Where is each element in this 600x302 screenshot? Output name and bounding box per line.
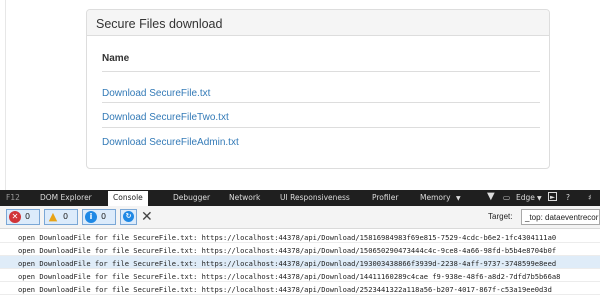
- emulation-device-icon[interactable]: ▭: [503, 193, 510, 202]
- download-securefileadmin-link[interactable]: Download SecureFileAdmin.txt: [102, 137, 239, 148]
- tab-console[interactable]: Console: [108, 191, 148, 206]
- panel-title: Secure Files download: [87, 10, 549, 36]
- f12-label: F12: [6, 193, 20, 202]
- log-row[interactable]: open DownloadFile for file SecureFile.tx…: [0, 230, 600, 243]
- secure-files-panel: Secure Files download Name Download Secu…: [86, 9, 550, 169]
- error-icon: ✕: [9, 211, 21, 223]
- tab-memory[interactable]: Memory: [420, 193, 451, 202]
- help-button[interactable]: ?: [566, 193, 570, 202]
- network-filter-button[interactable]: ↻: [120, 209, 137, 225]
- name-column-header: Name: [102, 53, 130, 64]
- log-row-selected[interactable]: open DownloadFile for file SecureFile.tx…: [0, 256, 600, 269]
- device-selector[interactable]: Edge: [516, 193, 535, 202]
- console-log: open DownloadFile for file SecureFile.tx…: [0, 230, 600, 295]
- row-divider: [102, 127, 540, 128]
- warning-icon: ▲: [48, 210, 58, 223]
- row-divider: [102, 102, 540, 103]
- target-label: Target:: [488, 212, 513, 221]
- clear-console-icon[interactable]: ✕: [141, 208, 153, 225]
- warnings-filter-button[interactable]: ▲ 0: [44, 209, 78, 225]
- tab-network[interactable]: Network: [229, 193, 260, 202]
- page-edge-divider: [5, 0, 6, 190]
- devtools-menubar: F12 DOM Explorer Console Debugger Networ…: [0, 190, 600, 206]
- more-tabs-chevron-icon[interactable]: ▼: [456, 195, 461, 202]
- errors-filter-button[interactable]: ✕ 0: [6, 209, 40, 225]
- undock-icon[interactable]: ►: [548, 192, 557, 201]
- download-securefiletwo-link[interactable]: Download SecureFileTwo.txt: [102, 112, 229, 123]
- tab-debugger[interactable]: Debugger: [173, 193, 210, 202]
- tab-dom-explorer[interactable]: DOM Explorer: [40, 193, 92, 202]
- errors-count: 0: [25, 212, 31, 221]
- messages-filter-button[interactable]: i 0: [82, 209, 116, 225]
- f12-developer-tools: F12 DOM Explorer Console Debugger Networ…: [0, 190, 600, 302]
- warnings-count: 0: [63, 212, 69, 221]
- messages-count: 0: [101, 212, 107, 221]
- tab-profiler[interactable]: Profiler: [372, 193, 398, 202]
- log-row[interactable]: open DownloadFile for file SecureFile.tx…: [0, 243, 600, 256]
- network-filter-icon: ↻: [123, 211, 134, 222]
- web-page: Secure Files download Name Download Secu…: [0, 0, 600, 190]
- download-securefile-link[interactable]: Download SecureFile.txt: [102, 88, 210, 99]
- device-chevron-down-icon[interactable]: ▼: [537, 195, 542, 202]
- target-select[interactable]: _top: dataeventrecor: [521, 209, 600, 225]
- funnel-icon[interactable]: ▼: [487, 191, 495, 202]
- pin-icon[interactable]: ♯: [588, 193, 592, 202]
- log-row[interactable]: open DownloadFile for file SecureFile.tx…: [0, 269, 600, 282]
- console-toolbar: ✕ 0 ▲ 0 i 0 ↻ ✕ Target: _top: dataeventr…: [0, 206, 600, 229]
- header-divider: [102, 71, 540, 72]
- info-icon: i: [85, 211, 97, 223]
- log-row[interactable]: open DownloadFile for file SecureFile.tx…: [0, 282, 600, 295]
- tab-ui-responsiveness[interactable]: UI Responsiveness: [280, 193, 350, 202]
